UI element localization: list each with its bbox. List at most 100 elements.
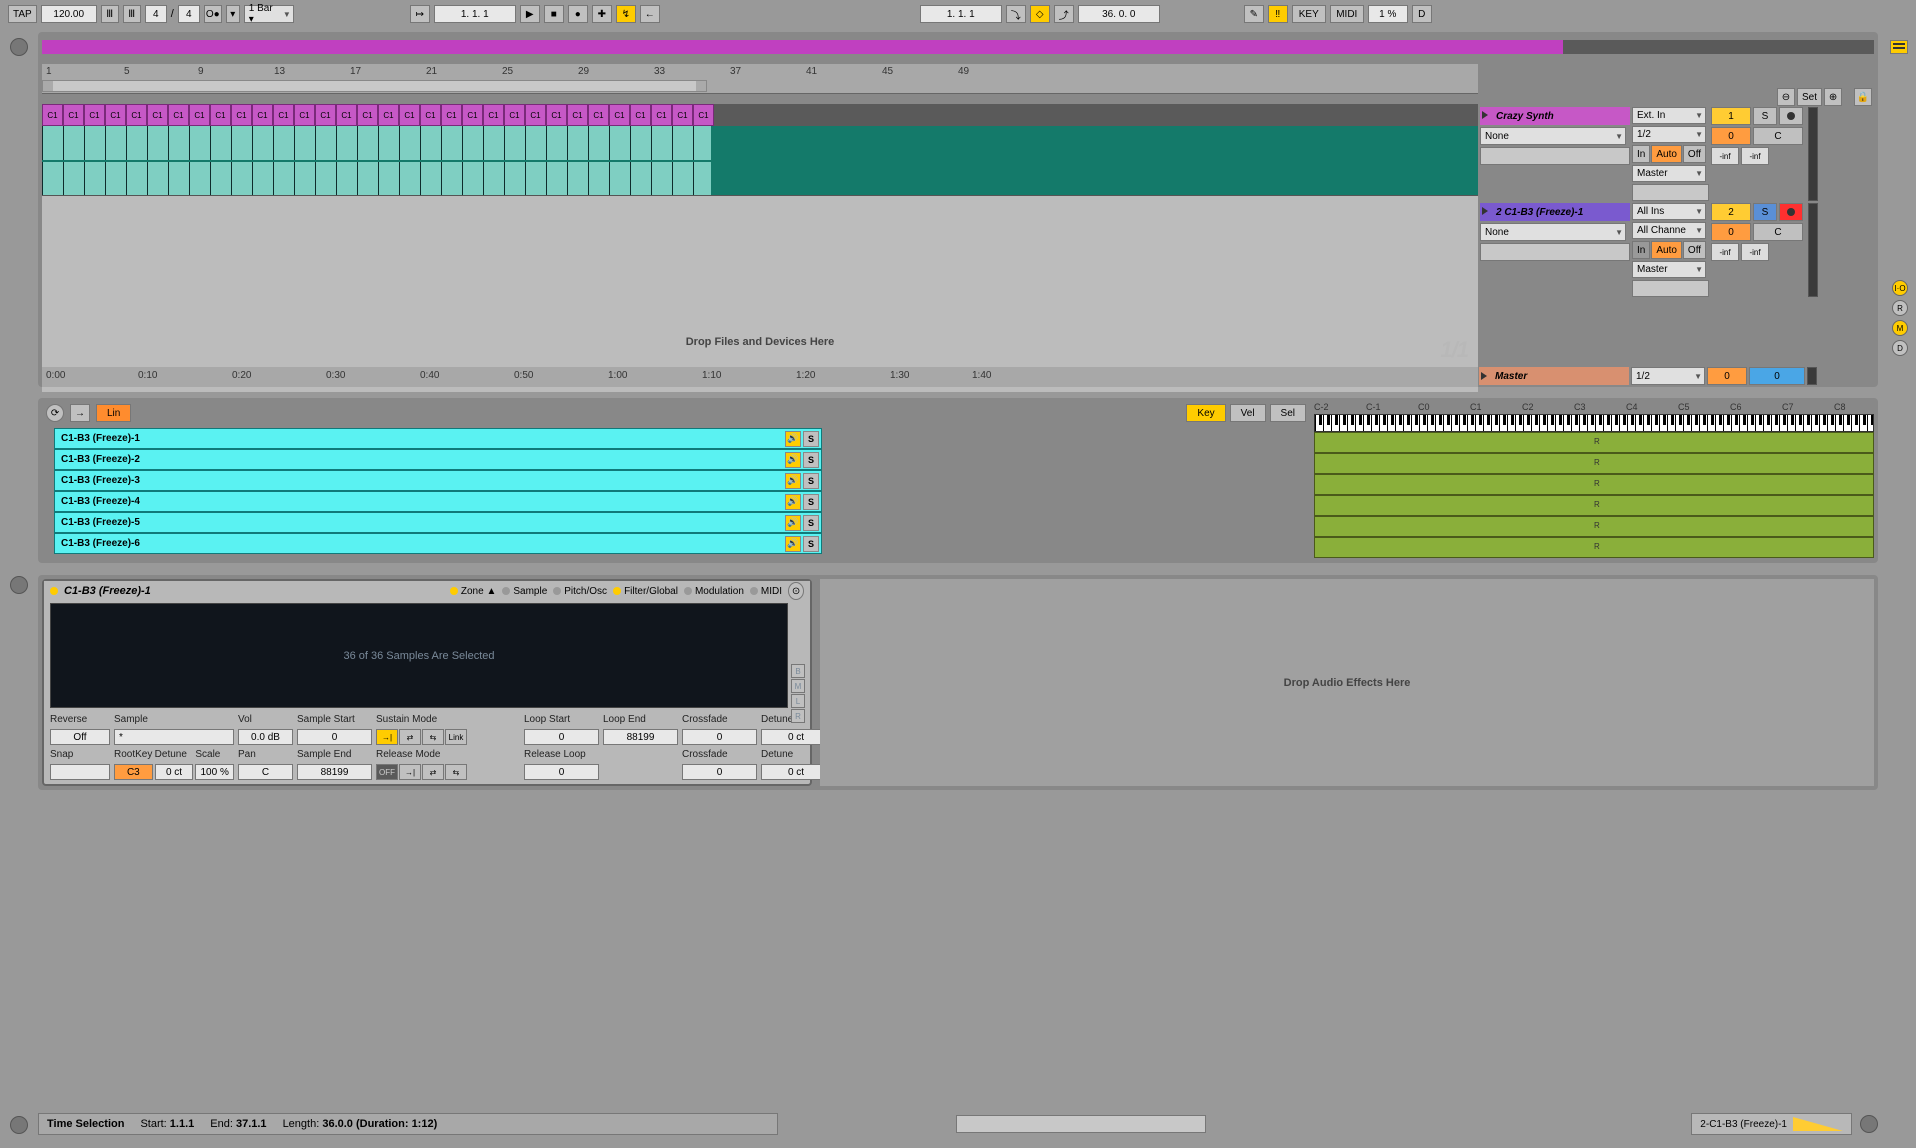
send-0-value[interactable]: 0: [1711, 127, 1751, 145]
quantize-select[interactable]: 1 Bar ▾: [244, 5, 294, 23]
zone-tab[interactable]: Zone ▲: [450, 586, 496, 597]
speaker-icon[interactable]: 🔊: [785, 473, 801, 489]
pan-c-button[interactable]: C: [1753, 223, 1803, 241]
view-m-button[interactable]: M: [791, 679, 805, 693]
output-route-select[interactable]: Master: [1632, 165, 1706, 182]
loop-start-value[interactable]: 0: [524, 729, 599, 745]
view-l-button[interactable]: L: [791, 694, 805, 708]
master-val-a[interactable]: 0: [1707, 367, 1747, 385]
status-meter[interactable]: [956, 1115, 1206, 1133]
release-mode-buttons[interactable]: OFF→|⇄⇆: [376, 764, 496, 780]
play-button[interactable]: ▶: [520, 5, 540, 23]
audio-effects-drop[interactable]: Drop Audio Effects Here: [820, 579, 1874, 786]
draw-mode-button[interactable]: ‼: [1268, 5, 1288, 23]
solo-mini-button[interactable]: S: [803, 452, 819, 468]
audio-lane-track-1[interactable]: [42, 126, 1478, 196]
punch-in-button[interactable]: ⤵: [1006, 5, 1026, 23]
monitor-auto-button[interactable]: Auto: [1651, 145, 1682, 163]
solo-mini-button[interactable]: S: [803, 536, 819, 552]
crossfade-value[interactable]: 0: [682, 729, 757, 745]
solo-button[interactable]: S: [1753, 203, 1777, 221]
monitor-in-button[interactable]: In: [1632, 145, 1650, 163]
clip[interactable]: C1: [126, 104, 147, 126]
clip[interactable]: C1: [294, 104, 315, 126]
return-toggle[interactable]: R: [1892, 300, 1908, 316]
clip[interactable]: C1: [315, 104, 336, 126]
master-track-name[interactable]: Master: [1479, 367, 1629, 385]
monitor-auto-button[interactable]: Auto: [1651, 241, 1682, 259]
clip[interactable]: C1: [168, 104, 189, 126]
input-channel-select[interactable]: All Channe: [1632, 222, 1706, 239]
clip[interactable]: C1: [189, 104, 210, 126]
vel-tab[interactable]: Vel: [1230, 404, 1266, 422]
sel-tab[interactable]: Sel: [1270, 404, 1306, 422]
monitor-off-button[interactable]: Off: [1683, 145, 1706, 163]
device-select[interactable]: None: [1480, 127, 1626, 145]
clip[interactable]: C1: [630, 104, 651, 126]
clip[interactable]: C1: [336, 104, 357, 126]
time-ruler[interactable]: 0:00 0:10 0:20 0:30 0:40 0:50 1:00 1:10 …: [42, 367, 1478, 387]
master-out-select[interactable]: 1/2: [1631, 367, 1705, 385]
device-select[interactable]: None: [1480, 223, 1626, 241]
lin-button[interactable]: Lin: [96, 404, 131, 422]
sample-list[interactable]: C1-B3 (Freeze)-1 🔊SC1-B3 (Freeze)-2 🔊SC1…: [54, 428, 822, 559]
track-activator[interactable]: 2: [1711, 203, 1751, 221]
track-slot[interactable]: [1632, 280, 1709, 297]
pitch-tab[interactable]: Pitch/Osc: [553, 586, 607, 597]
mixer-toggle[interactable]: M: [1892, 320, 1908, 336]
speaker-icon[interactable]: 🔊: [785, 494, 801, 510]
sample-tab[interactable]: Sample: [502, 586, 547, 597]
record-button[interactable]: ●: [568, 5, 588, 23]
monitor-in-button[interactable]: In: [1632, 241, 1650, 259]
clip[interactable]: C1: [210, 104, 231, 126]
vol-value[interactable]: 0.0 dB: [238, 729, 293, 745]
release-loop-value[interactable]: 0: [524, 764, 599, 780]
empty-lane-track-2[interactable]: [42, 196, 1478, 292]
set-locator-button[interactable]: Set: [1797, 88, 1822, 106]
key-zone[interactable]: [1314, 495, 1874, 516]
punch-out-button[interactable]: ⤴: [1054, 5, 1074, 23]
arm-button[interactable]: [1779, 107, 1803, 125]
input-channel-select[interactable]: 1/2: [1632, 126, 1706, 143]
loop-length-field[interactable]: 36. 0. 0: [1078, 5, 1160, 23]
track-slot[interactable]: [1480, 243, 1630, 261]
midi-tab[interactable]: MIDI: [750, 586, 782, 597]
reverse-value[interactable]: Off: [50, 729, 110, 745]
sample-display[interactable]: 36 of 36 Samples Are Selected B M L R: [50, 603, 788, 708]
track-name[interactable]: Crazy Synth: [1480, 107, 1630, 125]
sample-row[interactable]: C1-B3 (Freeze)-2 🔊S: [54, 449, 822, 470]
filter-tab[interactable]: Filter/Global: [613, 586, 678, 597]
crossfade2-value[interactable]: 0: [682, 764, 757, 780]
key-zone[interactable]: [1314, 453, 1874, 474]
view-b-button[interactable]: B: [791, 664, 805, 678]
arrangement-position[interactable]: 1. 1. 1: [434, 5, 516, 23]
delay-toggle[interactable]: D: [1892, 340, 1908, 356]
solo-mini-button[interactable]: S: [803, 494, 819, 510]
tempo-field[interactable]: 120.00: [41, 5, 97, 23]
tap-button[interactable]: TAP: [8, 5, 37, 23]
sample-end-value[interactable]: 88199: [297, 764, 372, 780]
key-tab[interactable]: Key: [1186, 404, 1225, 422]
sample-row[interactable]: C1-B3 (Freeze)-5 🔊S: [54, 512, 822, 533]
speaker-icon[interactable]: 🔊: [785, 536, 801, 552]
time-sig-num[interactable]: 4: [145, 5, 167, 23]
follow-button[interactable]: ↦: [410, 5, 430, 23]
overdub-button[interactable]: ✚: [592, 5, 612, 23]
sample-row[interactable]: C1-B3 (Freeze)-6 🔊S: [54, 533, 822, 554]
loop-start-field[interactable]: 1. 1. 1: [920, 5, 1002, 23]
sample-name-value[interactable]: *: [114, 729, 234, 745]
pan-value[interactable]: C: [238, 764, 293, 780]
metronome-button[interactable]: O●: [204, 5, 222, 23]
snap-button[interactable]: [50, 764, 110, 780]
modulation-tab[interactable]: Modulation: [684, 586, 744, 597]
sample-row[interactable]: C1-B3 (Freeze)-4 🔊S: [54, 491, 822, 512]
key-map-button[interactable]: KEY: [1292, 5, 1326, 23]
speaker-icon[interactable]: 🔊: [785, 431, 801, 447]
device-save-icon[interactable]: ⊙: [788, 582, 804, 600]
clip[interactable]: C1: [399, 104, 420, 126]
track-slot[interactable]: [1480, 147, 1630, 165]
solo-mini-button[interactable]: S: [803, 431, 819, 447]
clip[interactable]: C1: [525, 104, 546, 126]
io-toggle[interactable]: I·O: [1892, 280, 1908, 296]
midi-map-button[interactable]: MIDI: [1330, 5, 1364, 23]
